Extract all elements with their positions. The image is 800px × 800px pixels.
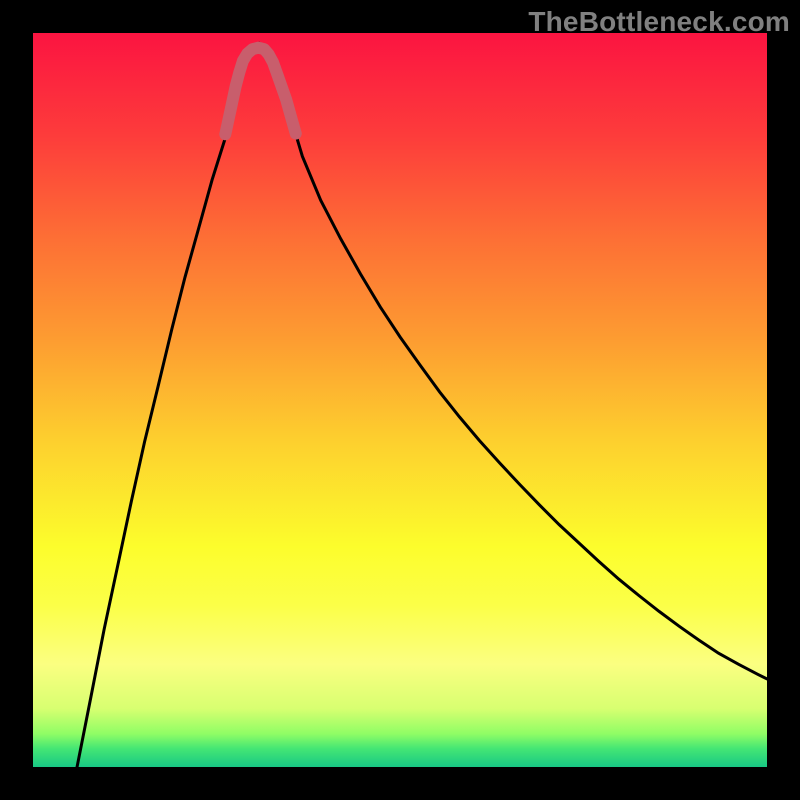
gradient-background: [33, 33, 767, 767]
chart-canvas: [33, 33, 767, 767]
chart-plot-area: [33, 33, 767, 767]
chart-frame: TheBottleneck.com: [0, 0, 800, 800]
watermark-text: TheBottleneck.com: [528, 6, 790, 38]
